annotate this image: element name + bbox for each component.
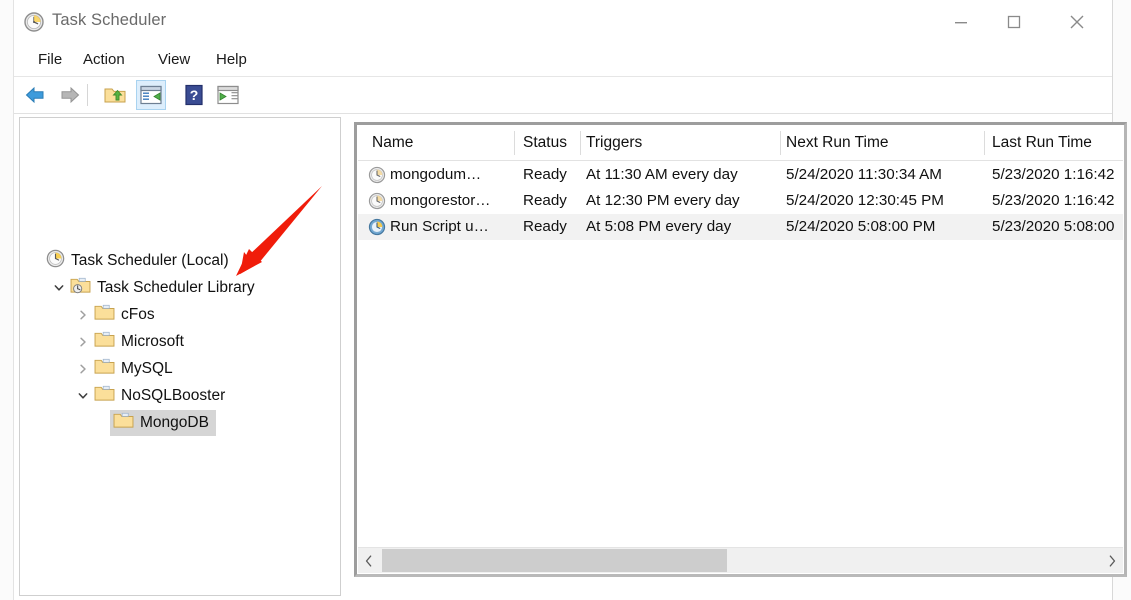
tree-item-label: Task Scheduler (Local) bbox=[71, 251, 229, 269]
cell-last-run-time: 5/23/2020 5:08:00 bbox=[992, 218, 1115, 235]
scroll-left-button[interactable] bbox=[358, 548, 380, 573]
menu-item-view[interactable]: View bbox=[152, 49, 196, 71]
folder-icon bbox=[94, 384, 115, 407]
window-title: Task Scheduler bbox=[52, 11, 167, 29]
cell-triggers: At 5:08 PM every day bbox=[586, 218, 732, 235]
cell-status: Ready bbox=[523, 166, 567, 183]
chevron-right-icon bbox=[1109, 554, 1116, 567]
tree-item-label: Microsoft bbox=[121, 332, 184, 350]
tree-item-microsoft[interactable]: Microsoft bbox=[74, 329, 191, 355]
column-header-last-run-time[interactable]: Last Run Time bbox=[992, 126, 1092, 160]
close-icon bbox=[1070, 15, 1084, 29]
menu-item-help[interactable]: Help bbox=[210, 49, 253, 71]
column-divider[interactable] bbox=[984, 131, 985, 155]
tree-item-label: MongoDB bbox=[140, 413, 209, 431]
column-header-status[interactable]: Status bbox=[523, 126, 567, 160]
twisty-placeholder bbox=[26, 253, 43, 270]
task-list-inner: Name Status Triggers Next Run Time Last … bbox=[357, 125, 1124, 574]
title-bar: Task Scheduler bbox=[14, 0, 1112, 44]
clock-active-icon bbox=[368, 218, 386, 236]
console-tree-pane: Task Scheduler (Local) Task Scheduler Li… bbox=[19, 117, 341, 596]
column-divider[interactable] bbox=[580, 131, 581, 155]
column-divider[interactable] bbox=[780, 131, 781, 155]
tree-item-mysql[interactable]: MySQL bbox=[74, 356, 180, 382]
back-button[interactable] bbox=[20, 80, 50, 110]
minimize-button[interactable] bbox=[938, 0, 984, 44]
cell-last-run-time: 5/23/2020 1:16:42 bbox=[992, 192, 1115, 209]
table-row[interactable]: mongodum… Ready At 11:30 AM every day 5/… bbox=[358, 162, 1123, 188]
question-mark-icon: ? bbox=[185, 84, 203, 106]
cell-name: mongodum… bbox=[390, 166, 482, 183]
screen-canvas: Task Scheduler File Action View Help ? T… bbox=[0, 0, 1131, 600]
folder-clock-icon bbox=[70, 276, 91, 299]
column-header-name[interactable]: Name bbox=[372, 126, 413, 160]
cell-name: mongorestor… bbox=[390, 192, 491, 209]
clock-icon bbox=[46, 249, 65, 273]
console-tree-icon bbox=[140, 85, 162, 105]
task-scheduler-window: Task Scheduler File Action View Help ? T… bbox=[13, 0, 1127, 600]
show-hide-console-tree-button[interactable] bbox=[136, 80, 166, 110]
tree-item-task-scheduler-library[interactable]: Task Scheduler Library bbox=[50, 275, 262, 301]
cell-name: Run Script u… bbox=[390, 218, 489, 235]
tree-item-label: cFos bbox=[121, 305, 155, 323]
column-divider[interactable] bbox=[514, 131, 515, 155]
tree-item-cfos[interactable]: cFos bbox=[74, 302, 162, 328]
scroll-right-button[interactable] bbox=[1101, 548, 1123, 573]
arrow-right-icon bbox=[61, 86, 80, 104]
chevron-right-icon[interactable] bbox=[74, 361, 91, 378]
minimize-icon bbox=[955, 22, 967, 24]
clock-icon bbox=[24, 12, 44, 32]
menu-bar: File Action View Help bbox=[14, 44, 1112, 77]
tree-item-mongodb[interactable]: MongoDB bbox=[110, 410, 216, 436]
clock-disabled-icon bbox=[368, 192, 386, 210]
show-action-pane-button[interactable] bbox=[213, 80, 243, 110]
maximize-icon bbox=[1007, 15, 1021, 29]
menu-item-file[interactable]: File bbox=[32, 49, 68, 71]
maximize-button[interactable] bbox=[991, 0, 1037, 44]
chevron-left-icon bbox=[365, 554, 372, 567]
table-row[interactable]: Run Script u… Ready At 5:08 PM every day… bbox=[358, 214, 1123, 240]
chevron-right-icon[interactable] bbox=[74, 334, 91, 351]
forward-button[interactable] bbox=[55, 80, 85, 110]
chevron-right-icon[interactable] bbox=[74, 307, 91, 324]
folder-icon bbox=[94, 303, 115, 326]
cell-next-run-time: 5/24/2020 11:30:34 AM bbox=[786, 166, 942, 183]
scrollbar-thumb[interactable] bbox=[382, 549, 727, 572]
task-list-pane: Name Status Triggers Next Run Time Last … bbox=[354, 122, 1127, 577]
toolbar-separator bbox=[87, 84, 88, 106]
menu-item-action[interactable]: Action bbox=[77, 49, 131, 71]
column-header-next-run-time[interactable]: Next Run Time bbox=[786, 126, 889, 160]
cell-triggers: At 12:30 PM every day bbox=[586, 192, 740, 209]
cell-next-run-time: 5/24/2020 12:30:45 PM bbox=[786, 192, 944, 209]
tree-item-label: Task Scheduler Library bbox=[97, 278, 255, 296]
tree-item-task-scheduler-local[interactable]: Task Scheduler (Local) bbox=[26, 248, 236, 274]
folder-icon bbox=[113, 411, 134, 434]
tree-item-nosqlbooster[interactable]: NoSQLBooster bbox=[74, 383, 232, 409]
chevron-down-icon[interactable] bbox=[74, 388, 91, 405]
help-button[interactable]: ? bbox=[179, 80, 209, 110]
arrow-left-icon bbox=[25, 86, 44, 104]
cell-status: Ready bbox=[523, 218, 567, 235]
action-pane-icon bbox=[217, 85, 239, 105]
close-button[interactable] bbox=[1054, 0, 1100, 44]
task-list-header: Name Status Triggers Next Run Time Last … bbox=[358, 126, 1123, 161]
table-row[interactable]: mongorestor… Ready At 12:30 PM every day… bbox=[358, 188, 1123, 214]
folder-icon bbox=[94, 330, 115, 353]
up-one-level-button[interactable] bbox=[100, 80, 130, 110]
cell-triggers: At 11:30 AM every day bbox=[586, 166, 738, 183]
folder-icon bbox=[94, 357, 115, 380]
column-header-triggers[interactable]: Triggers bbox=[586, 126, 642, 160]
horizontal-scrollbar[interactable] bbox=[358, 547, 1123, 573]
chevron-down-icon[interactable] bbox=[50, 280, 67, 297]
folder-up-icon bbox=[104, 88, 126, 103]
tree-item-label: MySQL bbox=[121, 359, 173, 377]
cell-status: Ready bbox=[523, 192, 567, 209]
svg-text:?: ? bbox=[190, 87, 199, 103]
tree-item-label: NoSQLBooster bbox=[121, 386, 226, 404]
clock-disabled-icon bbox=[368, 166, 386, 184]
cell-last-run-time: 5/23/2020 1:16:42 bbox=[992, 166, 1115, 183]
toolbar: ? bbox=[14, 77, 1112, 114]
cell-next-run-time: 5/24/2020 5:08:00 PM bbox=[786, 218, 936, 235]
